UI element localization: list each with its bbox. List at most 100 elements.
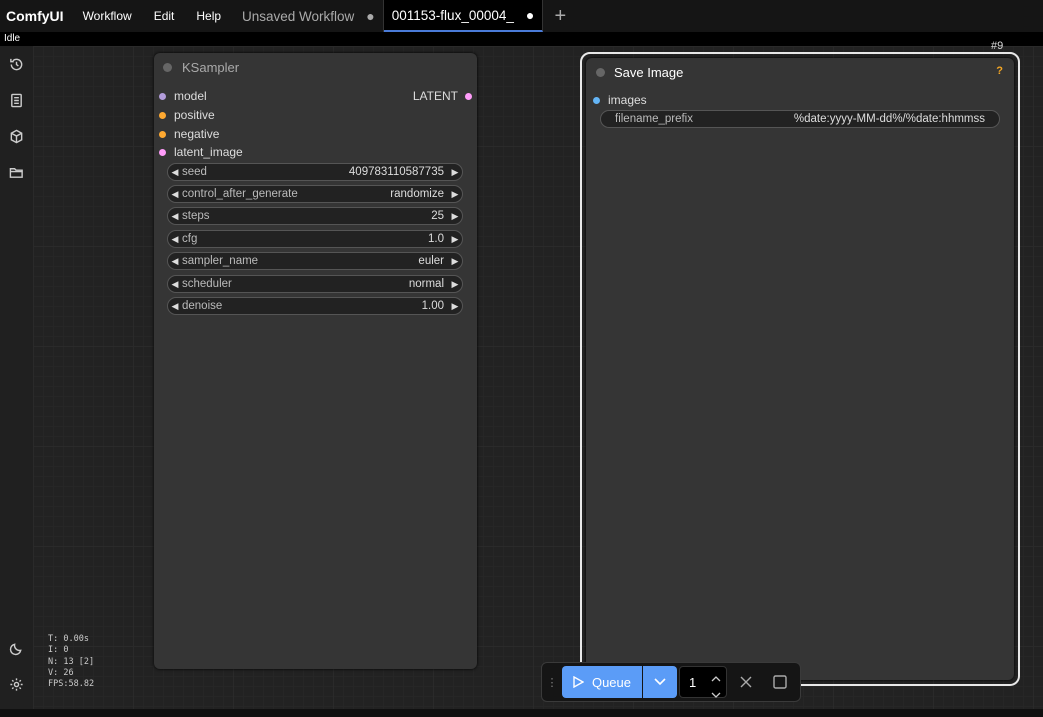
queue-options-button[interactable]	[643, 666, 677, 698]
decrement-arrow-icon[interactable]: ◀	[168, 256, 182, 267]
ksampler-node[interactable]: KSampler model positive negative latent_…	[154, 53, 477, 669]
decrement-arrow-icon[interactable]: ◀	[168, 211, 182, 222]
input-slot-dot[interactable]	[593, 96, 600, 104]
render-stats: T: 0.00s I: 0 N: 13 [2] V: 26 FPS:58.82	[48, 634, 94, 690]
tab-label: Unsaved Workflow	[242, 8, 355, 24]
output-latent[interactable]: LATENT	[413, 89, 472, 103]
widget-value: %date:yyyy-MM-dd%/%date:hhmmss	[793, 113, 985, 125]
tab-modified-indicator[interactable]: ●	[526, 7, 534, 23]
stop-button[interactable]	[763, 675, 797, 689]
cfg-widget[interactable]: ◀ cfg 1.0 ▶	[167, 230, 463, 248]
history-icon[interactable]	[9, 57, 24, 72]
moon-icon[interactable]	[9, 641, 24, 656]
app-logo[interactable]: ComfyUI	[0, 8, 72, 24]
control-after-generate-widget[interactable]: ◀ control_after_generate randomize ▶	[167, 185, 463, 203]
decrement-arrow-icon[interactable]: ◀	[168, 234, 182, 245]
tab-unsaved-workflow[interactable]: Unsaved Workflow ●	[234, 0, 384, 32]
widget-value: euler	[418, 255, 444, 267]
input-label: positive	[174, 108, 215, 122]
denoise-widget[interactable]: ◀ denoise 1.00 ▶	[167, 297, 463, 315]
increment-arrow-icon[interactable]: ▶	[448, 301, 462, 312]
increment-arrow-icon[interactable]: ▶	[448, 211, 462, 222]
stat-items: I: 0	[48, 645, 69, 656]
filename-prefix-widget[interactable]: filename_prefix %date:yyyy-MM-dd%/%date:…	[600, 110, 1000, 128]
save-image-title: Save Image	[614, 64, 684, 80]
increment-arrow-icon[interactable]: ▶	[448, 189, 462, 200]
tab-modified-indicator[interactable]: ●	[366, 8, 374, 24]
widget-name: control_after_generate	[182, 188, 298, 200]
batch-count-input[interactable]: 1	[679, 666, 727, 698]
gear-icon[interactable]	[9, 677, 24, 692]
decrement-arrow-icon[interactable]: ◀	[168, 301, 182, 312]
decrement-arrow-icon[interactable]: ◀	[168, 167, 182, 178]
ksampler-title: KSampler	[182, 59, 240, 75]
widget-value: 1.0	[428, 233, 444, 245]
menu-edit[interactable]: Edit	[143, 9, 186, 23]
increment-arrow-icon[interactable]: ▶	[448, 279, 462, 290]
status-text: Idle	[0, 32, 1043, 46]
stat-visible: V: 26	[48, 667, 74, 678]
input-positive[interactable]: positive	[159, 108, 215, 122]
help-icon[interactable]: ?	[996, 65, 1003, 77]
input-model[interactable]: model	[159, 89, 207, 103]
chevron-down-icon	[654, 678, 666, 686]
widget-value: 409783110587735	[348, 166, 444, 178]
menu-workflow[interactable]: Workflow	[72, 9, 143, 23]
folder-icon[interactable]	[9, 165, 24, 180]
queue-button[interactable]: Queue	[562, 666, 642, 698]
workflow-tabs: Unsaved Workflow ● 001153-flux_00004_ ● …	[234, 0, 577, 32]
batch-count-value: 1	[689, 674, 697, 690]
input-slot-dot[interactable]	[159, 92, 166, 100]
input-slot-dot[interactable]	[159, 111, 166, 119]
widget-name: seed	[182, 166, 207, 178]
decrement-chevron-down-icon[interactable]	[711, 687, 721, 702]
collapse-dot[interactable]	[163, 63, 172, 72]
queue-label: Queue	[591, 674, 632, 690]
tab-flux-workflow[interactable]: 001153-flux_00004_ ●	[383, 0, 544, 32]
sidebar	[0, 46, 33, 717]
document-icon[interactable]	[9, 93, 24, 108]
input-slot-dot[interactable]	[159, 148, 166, 156]
cancel-button[interactable]	[729, 676, 763, 688]
output-slot-dot[interactable]	[465, 92, 472, 100]
increment-arrow-icon[interactable]: ▶	[448, 234, 462, 245]
input-slot-dot[interactable]	[159, 130, 166, 138]
input-label: model	[174, 89, 207, 103]
input-images[interactable]: images	[593, 93, 647, 107]
increment-arrow-icon[interactable]: ▶	[448, 167, 462, 178]
decrement-arrow-icon[interactable]: ◀	[168, 189, 182, 200]
close-icon	[740, 676, 752, 688]
seed-widget[interactable]: ◀ seed 409783110587735 ▶	[167, 163, 463, 181]
play-icon	[573, 676, 584, 688]
steps-widget[interactable]: ◀ steps 25 ▶	[167, 207, 463, 225]
cube-icon[interactable]	[9, 129, 24, 144]
widget-name: steps	[182, 210, 210, 222]
increment-chevron-up-icon[interactable]	[711, 670, 721, 685]
input-negative[interactable]: negative	[159, 127, 219, 141]
decrement-arrow-icon[interactable]: ◀	[168, 279, 182, 290]
stat-time: T: 0.00s	[48, 634, 89, 644]
add-tab-button[interactable]: +	[543, 0, 577, 32]
tab-label: 001153-flux_00004_	[391, 7, 514, 23]
node-id-badge: #9	[991, 40, 1004, 52]
increment-arrow-icon[interactable]: ▶	[448, 256, 462, 267]
stop-icon	[773, 675, 787, 689]
input-latent-image[interactable]: latent_image	[159, 145, 243, 159]
widget-name: sampler_name	[182, 255, 259, 267]
widget-value: 25	[431, 210, 444, 222]
stat-fps: FPS:58.82	[48, 679, 95, 690]
widget-value: randomize	[390, 188, 444, 200]
stat-nodes: N: 13 [2]	[48, 656, 95, 667]
widget-value: 1.00	[421, 300, 444, 312]
scheduler-widget[interactable]: ◀ scheduler normal ▶	[167, 275, 463, 293]
widget-name: denoise	[182, 300, 223, 312]
node-title[interactable]: KSampler	[154, 53, 477, 81]
collapse-dot[interactable]	[596, 68, 605, 77]
drag-handle-icon[interactable]: ⋮	[542, 676, 562, 689]
node-title[interactable]: Save Image ?	[586, 58, 1014, 86]
input-label: negative	[174, 127, 220, 141]
sampler-name-widget[interactable]: ◀ sampler_name euler ▶	[167, 252, 463, 270]
widget-name: filename_prefix	[615, 113, 693, 125]
menu-help[interactable]: Help	[185, 9, 232, 23]
save-image-node[interactable]: Save Image ? images filename_prefix %dat…	[586, 58, 1014, 680]
